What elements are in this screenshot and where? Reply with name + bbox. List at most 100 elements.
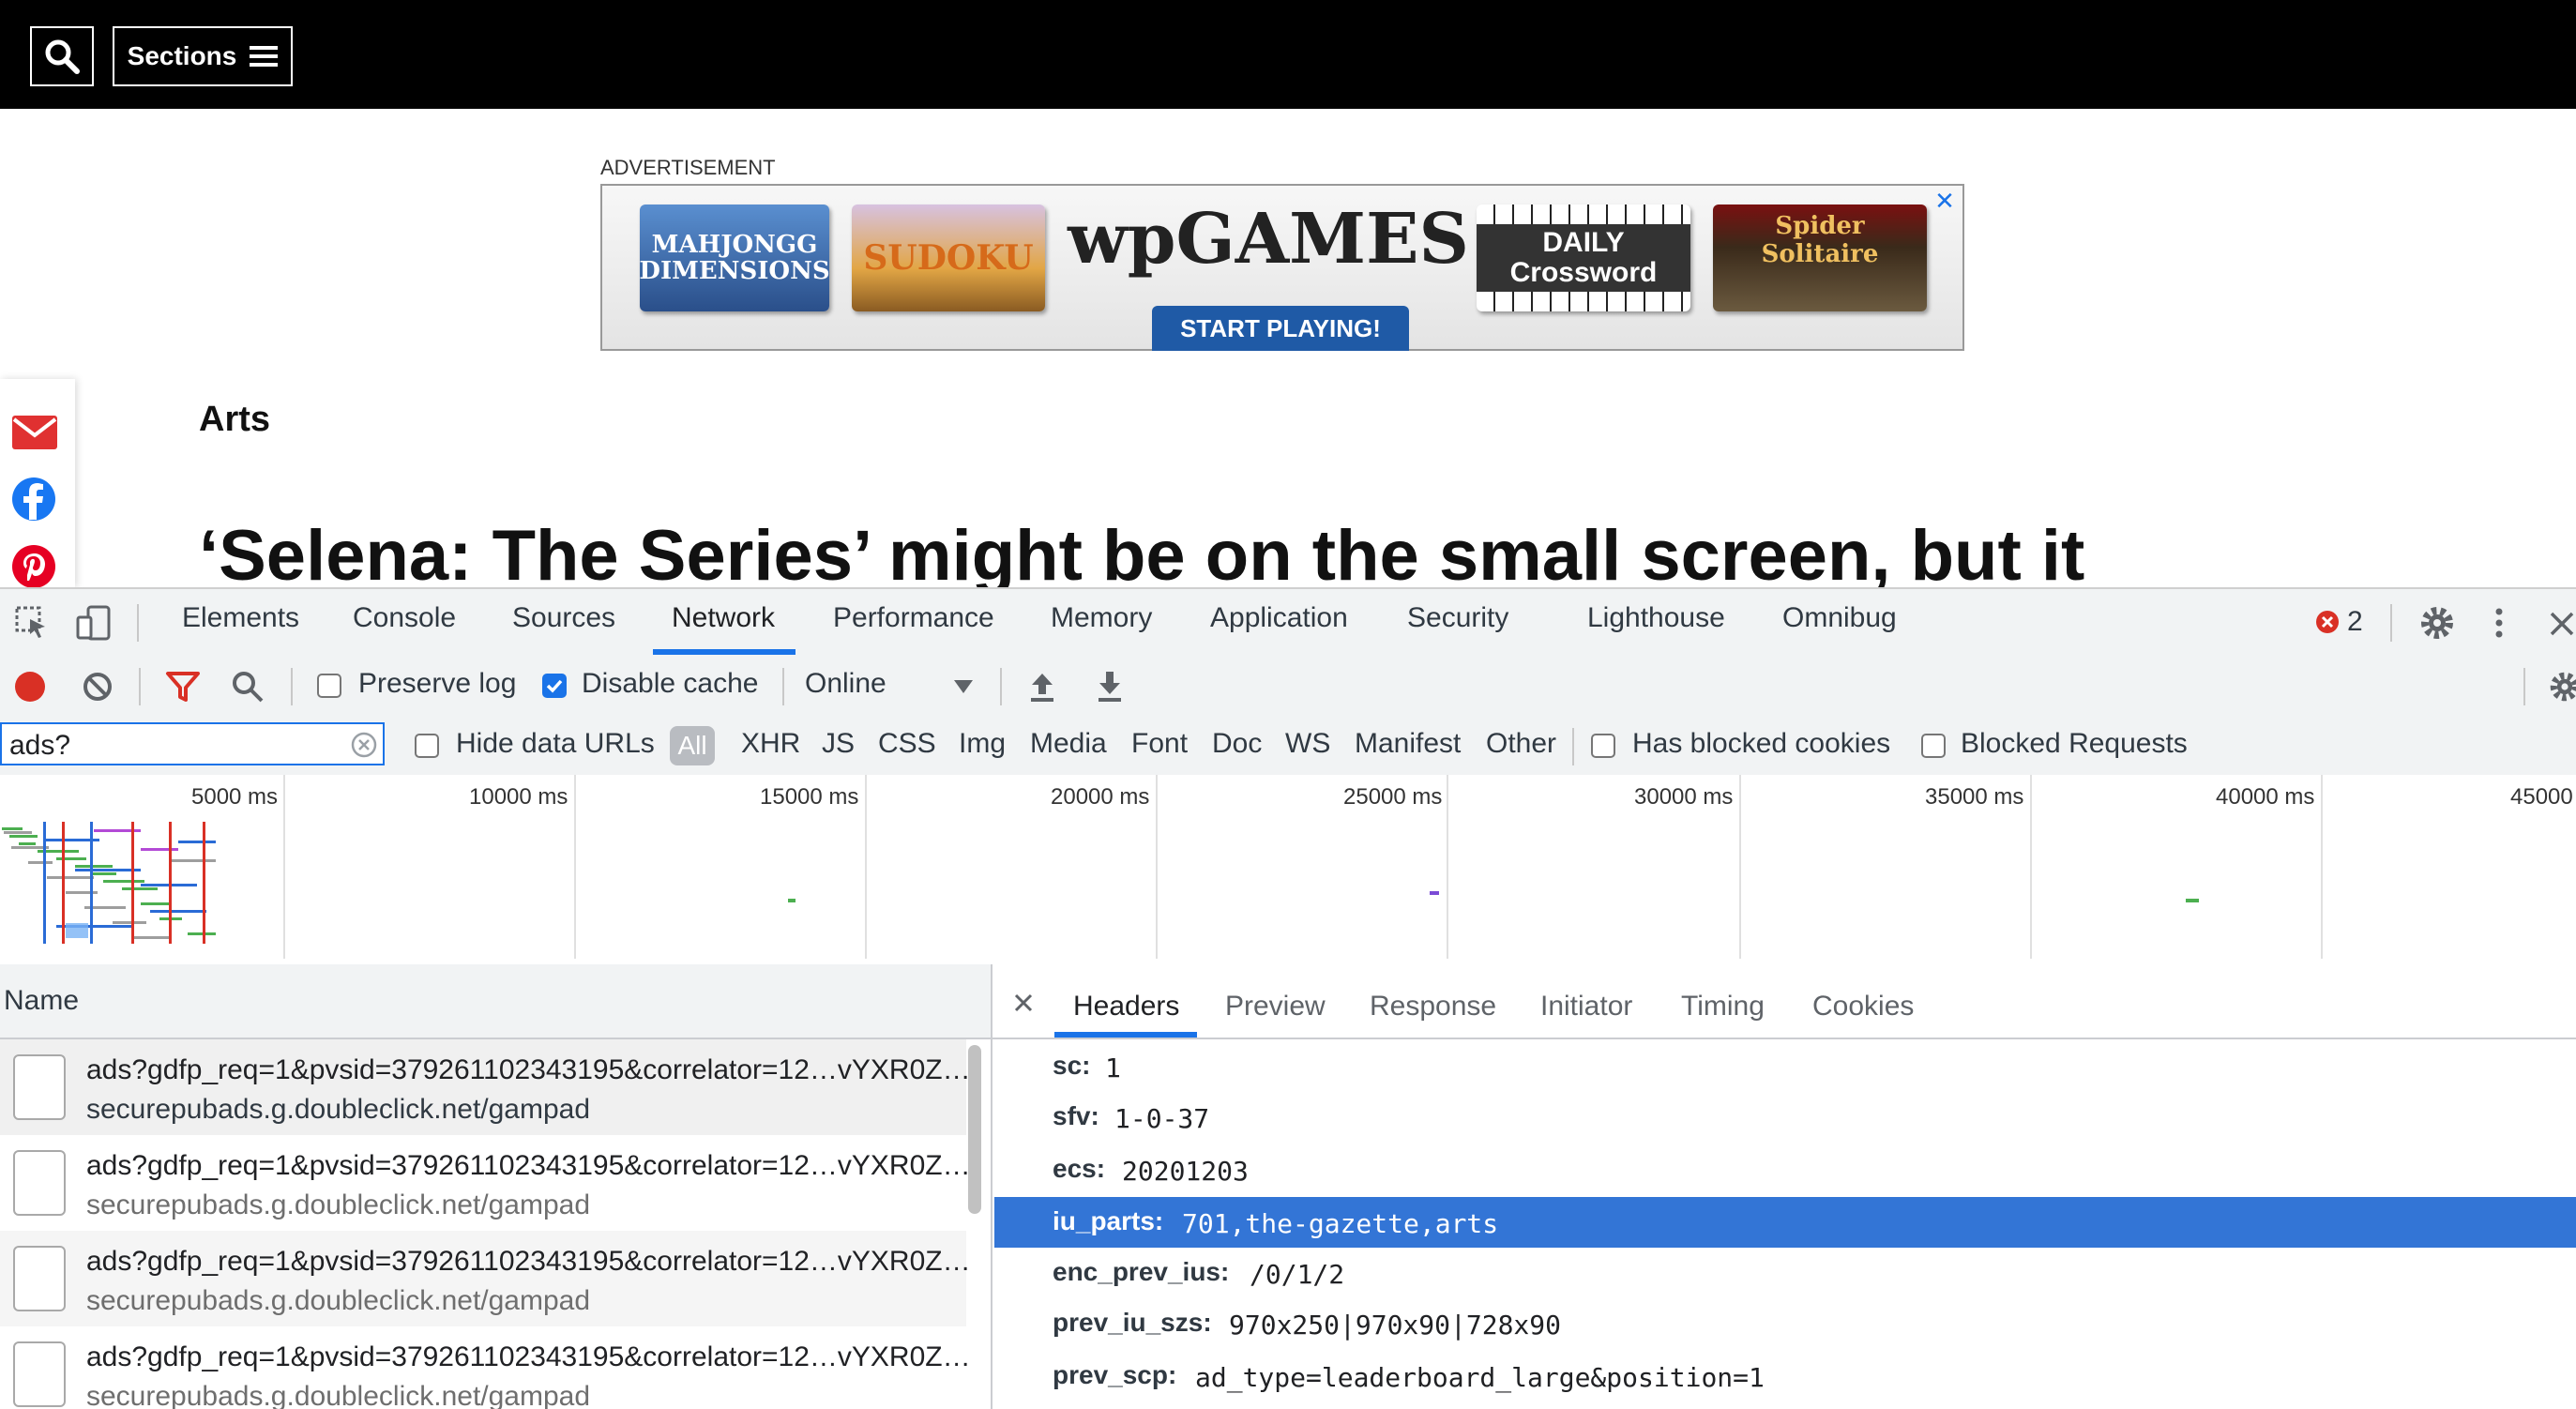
type-filter-img[interactable]: Img [959,728,1006,760]
tab-application[interactable]: Application [1210,602,1348,634]
chevron-down-icon[interactable] [953,679,974,694]
query-param-row[interactable]: ecs: 20201203 [994,1144,2576,1195]
tab-memory[interactable]: Memory [1051,602,1152,634]
game-tile-mahjongg[interactable]: MAHJONGG DIMENSIONS [639,205,830,311]
query-param-row[interactable]: sfv: 1-0-37 [994,1092,2576,1143]
blocked-requests-checkbox[interactable] [1921,734,1946,758]
search-network-icon[interactable] [231,670,265,704]
type-filter-font[interactable]: Font [1131,728,1188,760]
error-counter[interactable]: 2 [2315,606,2363,638]
tab-console[interactable]: Console [353,602,456,634]
timeline-tick: 40000 ms [2216,784,2315,810]
details-tab-preview[interactable]: Preview [1225,991,1326,1023]
tab-elements[interactable]: Elements [182,602,299,634]
tab-sources[interactable]: Sources [512,602,615,634]
sections-button[interactable]: Sections [113,26,293,86]
request-name: ads?gdfp_req=1&pvsid=379261102343195&cor… [86,1150,971,1181]
import-har-icon[interactable] [1028,670,1056,704]
clear-icon[interactable] [81,670,114,704]
type-filter-ws[interactable]: WS [1285,728,1330,760]
param-value: 701,the-gazette,arts [1182,1208,1499,1239]
game-tile-sudoku[interactable]: SUDOKU [852,205,1045,311]
clear-filter-icon[interactable] [351,732,377,758]
disable-cache-checkbox[interactable] [542,674,567,698]
timeline-tick: 15000 ms [760,784,859,810]
network-settings-gear-icon[interactable] [2548,670,2576,704]
devtools-panel: Elements Console Sources Network Perform… [0,587,2576,1409]
tab-lighthouse[interactable]: Lighthouse [1587,602,1725,634]
filter-icon[interactable] [165,670,201,704]
pinterest-share-icon[interactable] [11,544,56,589]
type-filter-js[interactable]: JS [822,728,855,760]
details-tab-timing[interactable]: Timing [1681,991,1765,1023]
hide-data-urls-checkbox[interactable] [415,734,439,758]
more-options-icon[interactable] [2490,604,2508,642]
separator [782,668,784,705]
type-filter-media[interactable]: Media [1030,728,1107,760]
request-row[interactable]: ads?gdfp_req=1&pvsid=379261102343195&cor… [0,1231,971,1326]
filter-input[interactable]: ads? [0,722,385,765]
preserve-log-checkbox[interactable] [317,674,341,698]
type-filter-doc[interactable]: Doc [1212,728,1262,760]
type-filter-other[interactable]: Other [1486,728,1556,760]
type-filter-manifest[interactable]: Manifest [1355,728,1461,760]
has-blocked-cookies-checkbox[interactable] [1591,734,1615,758]
query-param-row[interactable]: enc_prev_ius: /0/1/2 [994,1248,2576,1298]
export-har-icon[interactable] [1096,670,1124,704]
email-share-icon[interactable] [11,415,58,450]
close-devtools-icon[interactable] [2548,608,2576,638]
search-icon [45,39,80,74]
document-icon [13,1054,66,1120]
has-blocked-cookies-label: Has blocked cookies [1632,728,1891,759]
details-tab-response[interactable]: Response [1370,991,1496,1023]
tab-network[interactable]: Network [672,602,775,634]
inspect-element-icon[interactable] [15,606,49,640]
request-domain: securepubads.g.doubleclick.net/gampad [86,1189,591,1220]
query-param-row[interactable]: prev_scp: ad_type=leaderboard_large&posi… [994,1351,2576,1401]
ad-close-icon[interactable]: ✕ [1932,189,1957,214]
tab-security[interactable]: Security [1407,602,1508,634]
game-tile-crossword[interactable]: DAILY Crossword [1477,205,1690,311]
request-row[interactable]: ads?gdfp_req=1&pvsid=379261102343195&cor… [0,1135,971,1231]
timeline-request-waterfall [2,822,216,944]
timeline-gridline [2321,775,2323,959]
start-playing-button[interactable]: START PLAYING! [1152,306,1409,351]
request-row[interactable]: ads?gdfp_req=1&pvsid=379261102343195&cor… [0,1039,971,1135]
details-tab-initiator[interactable]: Initiator [1540,991,1632,1023]
device-toolbar-icon[interactable] [75,604,113,642]
settings-gear-icon[interactable] [2418,604,2456,642]
param-value: ad_type=leaderboard_large&position=1 [1195,1362,1765,1393]
request-name: ads?gdfp_req=1&pvsid=379261102343195&cor… [86,1341,971,1372]
document-icon [13,1150,66,1216]
network-overview-timeline[interactable]: 5000 ms 10000 ms 15000 ms 20000 ms 25000… [0,775,2576,966]
request-row[interactable]: ads?gdfp_req=1&pvsid=379261102343195&cor… [0,1326,971,1409]
details-tab-headers[interactable]: Headers [1073,991,1179,1023]
type-filter-css[interactable]: CSS [878,728,936,760]
query-param-row[interactable]: prev_iu_szs: 970x250|970x90|728x90 [994,1298,2576,1349]
checkmark-icon [546,679,563,693]
ad-label: ADVERTISEMENT [600,156,776,179]
type-filter-all[interactable]: All [670,726,715,765]
separator [1000,668,1002,705]
query-param-row-selected[interactable]: iu_parts: 701,the-gazette,arts [994,1197,2576,1248]
separator [1572,728,1574,765]
timeline-gridline [574,775,576,959]
tab-omnibug[interactable]: Omnibug [1782,602,1897,634]
throttling-select[interactable]: Online [805,668,886,700]
name-column-header[interactable]: Name [4,985,79,1017]
tab-performance[interactable]: Performance [833,602,994,634]
timeline-tick: 10000 ms [469,784,568,810]
details-tab-cookies[interactable]: Cookies [1812,991,1914,1023]
facebook-share-icon[interactable] [11,477,56,522]
game-tile-spider-solitaire[interactable]: Spider Solitaire [1713,205,1927,311]
search-button[interactable] [30,26,94,86]
article-section-label[interactable]: Arts [199,400,270,440]
close-details-icon[interactable] [1013,992,1034,1013]
param-key: sfv: [1053,1101,1099,1130]
article-headline: ‘Selena: The Series’ might be on the sma… [199,516,2085,587]
record-icon[interactable] [13,670,47,704]
ad-banner[interactable]: MAHJONGG DIMENSIONS SUDOKU wpGAMES START… [600,184,1964,351]
query-param-row[interactable]: sc: 1 [994,1041,2576,1092]
type-filter-xhr[interactable]: XHR [741,728,800,760]
request-list-scrollbar[interactable] [968,1045,981,1214]
